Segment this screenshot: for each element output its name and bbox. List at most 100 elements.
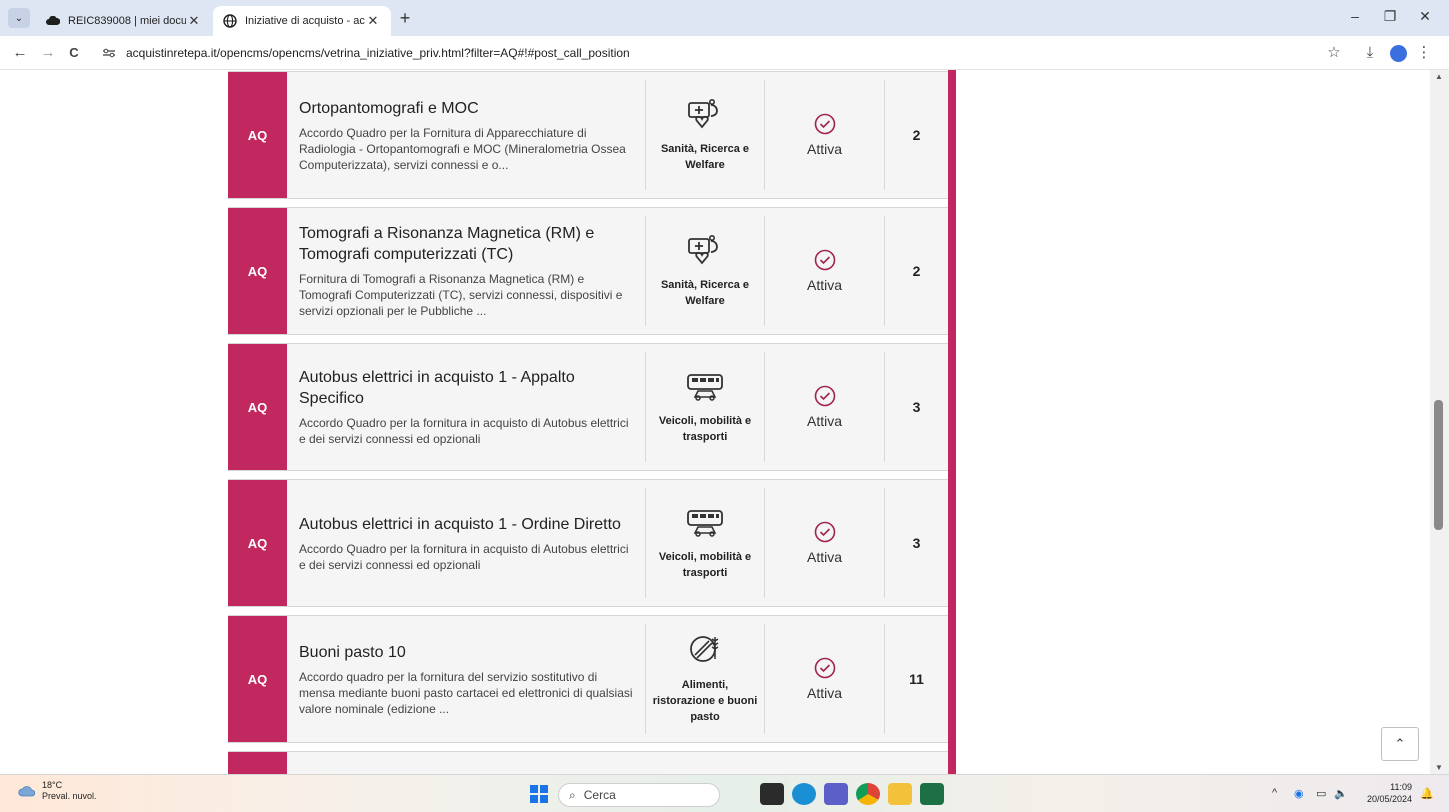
notification-bell-icon[interactable]: 🔔	[1420, 787, 1434, 800]
check-circle-icon	[814, 249, 835, 271]
initiative-row[interactable]: AQ Autobus elettrici in acquisto 1 - Ord…	[228, 471, 956, 615]
forward-button[interactable]: →	[38, 44, 58, 62]
tab-title: Iniziative di acquisto - acquistin	[245, 15, 365, 27]
initiative-description: Accordo quadro per la fornitura del serv…	[299, 669, 633, 716]
check-circle-icon	[814, 521, 835, 543]
category-label: Sanità, Ricerca e Welfare	[660, 279, 750, 307]
initiative-info: Tomografi a Risonanza Magnetica (RM) e T…	[287, 216, 646, 326]
initiative-title[interactable]: Autobus elettrici in acquisto 1 - Appalt…	[299, 367, 633, 409]
type-badge-partial	[228, 752, 287, 774]
vehicles-icon	[687, 374, 723, 401]
teams-icon[interactable]	[824, 783, 848, 805]
chevron-up-icon: ⌃	[1394, 736, 1406, 751]
initiative-info: Ortopantomografi e MOC Accordo Quadro pe…	[287, 80, 646, 190]
download-icon[interactable]: ⤓	[1360, 44, 1380, 62]
status-label: Attiva	[806, 141, 842, 157]
initiative-title[interactable]: Tomografi a Risonanza Magnetica (RM) e T…	[299, 223, 633, 265]
tab-list-button[interactable]: ⌄	[8, 8, 30, 28]
food-icon	[690, 636, 719, 662]
type-badge: AQ	[228, 480, 287, 606]
url-text: acquistinretepa.it/opencms/opencms/vetri…	[126, 46, 630, 60]
count-value: 2	[912, 263, 921, 279]
tab-reic-documents[interactable]: REIC839008 | miei documenti n ✕	[36, 6, 212, 36]
category-label: Veicoli, mobilità e trasporti	[658, 551, 752, 579]
tab-title: REIC839008 | miei documenti n	[68, 15, 186, 27]
tray-app-icon[interactable]: ◉	[1294, 787, 1304, 800]
initiative-description: Accordo Quadro per la fornitura in acqui…	[299, 416, 629, 446]
clock-time: 11:09	[1390, 782, 1412, 792]
profile-avatar[interactable]	[1390, 45, 1407, 62]
status-label: Attiva	[806, 549, 842, 565]
clock-date: 20/05/2024	[1366, 794, 1412, 804]
site-settings-icon[interactable]	[98, 44, 120, 62]
initiative-title[interactable]: Ortopantomografi e MOC	[299, 98, 633, 119]
status-label: Attiva	[806, 685, 842, 701]
bookmark-star-icon[interactable]: ☆	[1324, 44, 1344, 62]
close-tab-icon[interactable]: ✕	[186, 13, 202, 29]
edge-browser-icon[interactable]	[792, 783, 816, 805]
count-value: 3	[912, 399, 921, 415]
file-explorer-icon[interactable]	[888, 783, 912, 805]
reload-button[interactable]: C	[64, 44, 84, 62]
back-to-top-button[interactable]: ⌃	[1381, 727, 1419, 761]
category-cell: Alimenti, ristorazione e buoni pasto	[646, 624, 765, 734]
close-tab-icon[interactable]: ✕	[365, 13, 381, 29]
type-badge: AQ	[228, 72, 287, 198]
scrollbar-thumb[interactable]	[1434, 400, 1443, 530]
tray-chevron-icon[interactable]: ^	[1272, 787, 1277, 799]
task-view-icon[interactable]	[760, 783, 784, 805]
scroll-down-arrow-icon[interactable]: ▼	[1435, 763, 1443, 772]
initiatives-list: AQ Ortopantomografi e MOC Accordo Quadro…	[228, 70, 956, 774]
chevron-down-icon: ⌄	[14, 12, 24, 24]
address-bar[interactable]: acquistinretepa.it/opencms/opencms/vetri…	[94, 40, 1324, 66]
browser-toolbar: ← → C acquistinretepa.it/opencms/opencms…	[0, 36, 1449, 70]
initiative-description: Accordo Quadro per la fornitura in acqui…	[299, 541, 629, 572]
type-badge: AQ	[228, 616, 287, 742]
status-label: Attiva	[806, 413, 842, 429]
tab-iniziative-acquisto[interactable]: Iniziative di acquisto - acquistin ✕	[213, 6, 391, 36]
initiative-row[interactable]: AQ Autobus elettrici in acquisto 1 - App…	[228, 335, 956, 479]
more-menu-icon[interactable]: ⋮	[1414, 44, 1434, 62]
initiative-title[interactable]: Autobus elettrici in acquisto 1 - Ordine…	[299, 514, 633, 535]
globe-favicon-icon	[223, 14, 237, 28]
initiative-row[interactable]: AQ Tomografi a Risonanza Magnetica (RM) …	[228, 199, 956, 343]
new-tab-button[interactable]: +	[395, 9, 415, 29]
initiative-info: Autobus elettrici in acquisto 1 - Appalt…	[287, 352, 646, 462]
system-clock[interactable]: 11:09 20/05/2024	[1362, 781, 1412, 805]
search-placeholder: Cerca	[583, 788, 616, 802]
initiative-info: Autobus elettrici in acquisto 1 - Ordine…	[287, 488, 646, 598]
status-cell: Attiva	[765, 216, 885, 326]
vehicles-icon	[687, 510, 723, 537]
count-value: 2	[912, 127, 921, 143]
category-cell: Sanità, Ricerca e Welfare	[646, 216, 765, 326]
health-icon	[688, 234, 718, 265]
minimize-button[interactable]: –	[1340, 8, 1370, 28]
count-value: 11	[909, 671, 924, 687]
initiative-info: Buoni pasto 10 Accordo quadro per la for…	[287, 624, 646, 734]
weather-widget[interactable]: 18°C Preval. nuvol.	[18, 780, 97, 802]
taskbar-search[interactable]: ⌕ Cerca	[558, 783, 720, 807]
close-window-button[interactable]: ✕	[1410, 8, 1440, 28]
windows-start-icon[interactable]	[530, 785, 548, 803]
chrome-icon[interactable]	[856, 783, 880, 805]
scroll-up-arrow-icon[interactable]: ▲	[1435, 72, 1443, 81]
network-icon[interactable]: ▭	[1316, 787, 1326, 800]
page-scrollbar[interactable]: ▲ ▼	[1430, 70, 1449, 774]
category-label: Sanità, Ricerca e Welfare	[660, 143, 750, 171]
check-circle-icon	[814, 385, 835, 407]
search-icon: ⌕	[569, 787, 576, 802]
list-item-partial-bottom	[228, 743, 956, 774]
check-circle-icon	[814, 113, 835, 135]
initiative-row[interactable]: AQ Buoni pasto 10 Accordo quadro per la …	[228, 607, 956, 751]
initiative-description: Accordo Quadro per la Fornitura di Appar…	[299, 125, 626, 172]
check-circle-icon	[814, 657, 835, 679]
excel-icon[interactable]	[920, 783, 944, 805]
category-cell: Veicoli, mobilità e trasporti	[646, 488, 765, 598]
back-button[interactable]: ←	[10, 44, 30, 62]
windows-taskbar: 18°C Preval. nuvol. ⌕ Cerca ^ ◉ ▭ 🔈 11:0…	[0, 774, 1449, 812]
initiative-row[interactable]: AQ Ortopantomografi e MOC Accordo Quadro…	[228, 70, 956, 207]
count-value: 3	[912, 535, 921, 551]
volume-icon[interactable]: 🔈	[1334, 787, 1348, 800]
restore-button[interactable]: ❐	[1375, 8, 1405, 28]
initiative-title[interactable]: Buoni pasto 10	[299, 642, 633, 663]
